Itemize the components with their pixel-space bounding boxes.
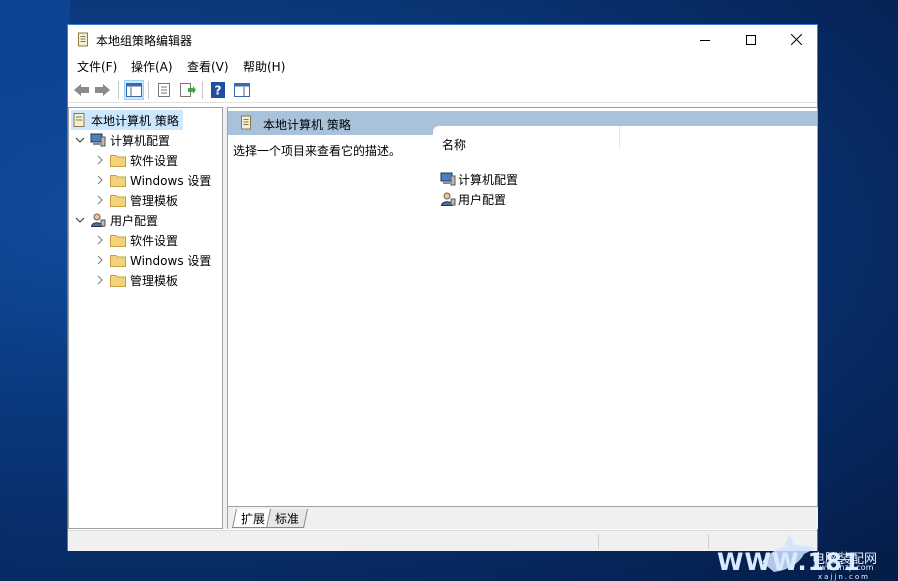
export-list-icon (180, 83, 196, 97)
status-divider (598, 534, 599, 549)
properties-icon (158, 83, 170, 97)
folder-icon (110, 235, 126, 247)
item-list: 名称 计算机配置 用户配置 (433, 126, 817, 506)
console-tree-icon (126, 83, 142, 97)
tree-item-label: 管理模板 (130, 193, 179, 208)
tree-item-label: 管理模板 (130, 273, 179, 288)
desktop-background (0, 0, 70, 581)
column-header-name[interactable]: 名称 (442, 136, 466, 153)
tree-item-computer-config[interactable]: 计算机配置 (74, 130, 170, 150)
gpedit-window: 本地组策略编辑器 文件(F) 操作(A) 查看(V) 帮助(H) ? 本地计算机… (67, 24, 818, 551)
back-arrow-icon (74, 84, 89, 96)
chevron-right-icon[interactable] (94, 174, 106, 186)
tree-item-label: 计算机配置 (110, 133, 171, 148)
forward-button[interactable] (93, 80, 113, 100)
back-button[interactable] (72, 80, 92, 100)
policy-scroll-icon (78, 32, 88, 47)
chevron-right-icon[interactable] (94, 154, 106, 166)
show-action-pane-button[interactable] (232, 80, 252, 100)
minimize-icon (700, 39, 710, 41)
watermark-url: www.dnzp.com (813, 563, 874, 572)
user-icon (90, 213, 106, 227)
chevron-right-icon[interactable] (94, 274, 106, 286)
tree-item-label: Windows 设置 (130, 253, 212, 268)
svg-text:?: ? (215, 84, 222, 98)
tree-item-label: 用户配置 (110, 213, 159, 228)
column-divider[interactable] (619, 126, 620, 148)
tree-item-windows-settings[interactable]: Windows 设置 (94, 170, 211, 190)
chevron-right-icon[interactable] (94, 254, 106, 266)
menu-bar: 文件(F) 操作(A) 查看(V) 帮助(H) (68, 54, 817, 76)
show-hide-tree-button[interactable] (124, 80, 144, 100)
watermark-url-secondary: xajjn.com (818, 573, 870, 581)
tree-item-label: 软件设置 (130, 233, 179, 248)
user-icon (440, 192, 456, 206)
help-button[interactable]: ? (208, 80, 228, 100)
list-item-computer-config[interactable]: 计算机配置 (440, 170, 518, 188)
folder-icon (110, 175, 126, 187)
tree-item-user-windows-settings[interactable]: Windows 设置 (94, 250, 211, 270)
export-list-button[interactable] (178, 80, 198, 100)
list-item-label: 计算机配置 (458, 172, 519, 187)
tree-item-label: 软件设置 (130, 153, 179, 168)
policy-scroll-icon (73, 113, 85, 127)
console-tree: 本地计算机 策略 计算机配置 软件设置 Windows 设置 管理模板 用户配置 (68, 107, 223, 529)
toolbar-separator (202, 81, 203, 99)
chevron-right-icon[interactable] (94, 194, 106, 206)
folder-icon (110, 275, 126, 287)
window-title: 本地组策略编辑器 (96, 34, 193, 48)
tree-item-label: 本地计算机 策略 (91, 113, 179, 128)
list-item-label: 用户配置 (458, 192, 507, 207)
tab-label: 标准 (275, 511, 300, 526)
detail-header-title: 本地计算机 策略 (263, 118, 351, 132)
tab-standard[interactable]: 标准 (265, 509, 309, 528)
help-icon: ? (211, 82, 225, 98)
forward-arrow-icon (95, 84, 110, 96)
menu-help[interactable]: 帮助(H) (243, 58, 285, 75)
maximize-button[interactable] (728, 25, 774, 54)
list-item-user-config[interactable]: 用户配置 (440, 190, 506, 208)
folder-icon (110, 255, 126, 267)
maximize-icon (746, 34, 756, 45)
detail-pane: 本地计算机 策略 选择一个项目来查看它的描述。 名称 计算机配置 用户配置 (227, 107, 818, 507)
policy-scroll-icon (241, 115, 251, 130)
tree-item-software-settings[interactable]: 软件设置 (94, 150, 178, 170)
computer-icon (440, 172, 456, 186)
close-icon (790, 34, 802, 45)
menu-view[interactable]: 查看(V) (187, 58, 229, 75)
minimize-button[interactable] (682, 25, 728, 54)
status-bar (68, 530, 817, 551)
chevron-right-icon[interactable] (94, 234, 106, 246)
chevron-down-icon[interactable] (74, 134, 86, 146)
status-divider (708, 534, 709, 549)
tree-item-label: Windows 设置 (130, 173, 212, 188)
chevron-down-icon[interactable] (74, 214, 86, 226)
tree-item-user-software-settings[interactable]: 软件设置 (94, 230, 178, 250)
menu-action[interactable]: 操作(A) (131, 58, 173, 75)
toolbar: ? (68, 77, 817, 103)
tree-item-user-config[interactable]: 用户配置 (74, 210, 158, 230)
tree-item-user-admin-templates[interactable]: 管理模板 (94, 270, 178, 290)
toolbar-separator (148, 81, 149, 99)
tree-item-admin-templates[interactable]: 管理模板 (94, 190, 178, 210)
action-pane-icon (234, 83, 250, 97)
folder-icon (110, 195, 126, 207)
description-text: 选择一个项目来查看它的描述。 (233, 144, 402, 158)
computer-icon (90, 133, 106, 147)
close-button[interactable] (773, 25, 819, 54)
title-bar[interactable]: 本地组策略编辑器 (68, 25, 817, 54)
folder-icon (110, 155, 126, 167)
menu-file[interactable]: 文件(F) (77, 58, 117, 75)
tab-label: 扩展 (241, 511, 266, 526)
tree-item-local-computer-policy[interactable]: 本地计算机 策略 (71, 110, 183, 130)
properties-button[interactable] (154, 80, 174, 100)
toolbar-separator (118, 81, 119, 99)
view-tabs: 扩展 标准 (227, 507, 818, 529)
